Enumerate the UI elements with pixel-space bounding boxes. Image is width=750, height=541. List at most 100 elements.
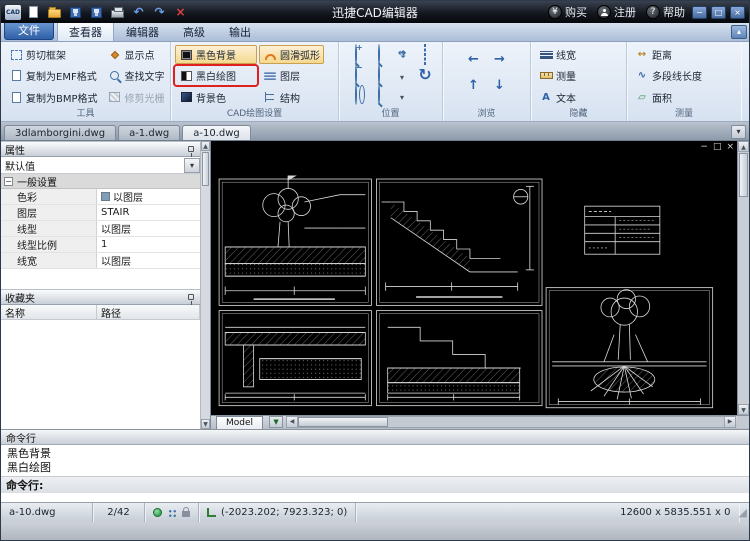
- redo-button[interactable]: ↷: [151, 4, 168, 21]
- zoom-previous-button[interactable]: [378, 83, 380, 105]
- lineweight-button[interactable]: 线宽: [535, 45, 580, 64]
- canvas-vscroll-thumb[interactable]: [739, 153, 748, 197]
- favorites-col-name[interactable]: 名称: [1, 305, 97, 320]
- window-minimize-button[interactable]: −: [692, 5, 707, 19]
- tab-advanced[interactable]: 高级: [171, 21, 217, 41]
- background-color-button[interactable]: 背景色: [175, 88, 257, 107]
- distance-button[interactable]: ↔ 距离: [631, 45, 706, 64]
- open-file-button[interactable]: [46, 4, 63, 21]
- bw-drawing-button[interactable]: 黑白绘图: [175, 66, 257, 85]
- doc-tab-a10[interactable]: a-10.dwg: [182, 125, 251, 140]
- canvas-horizontal-scrollbar[interactable]: ◀ ▶: [286, 416, 736, 428]
- clip-frame-button[interactable]: 剪切框架: [5, 45, 102, 64]
- window-maximize-button[interactable]: □: [711, 5, 726, 19]
- canvas-scroll-right-icon[interactable]: ▶: [724, 417, 735, 427]
- find-text-button[interactable]: 查找文字: [104, 66, 169, 85]
- copy-bmp-button[interactable]: 复制为BMP格式: [5, 88, 102, 107]
- copy-emf-button[interactable]: 复制为EMF格式: [5, 66, 102, 85]
- tab-overflow-button[interactable]: ▾: [731, 125, 746, 139]
- buy-button[interactable]: ¥ 购买: [545, 4, 590, 20]
- save-as-button[interactable]: [88, 4, 105, 21]
- smooth-arc-button[interactable]: 圆滑弧形: [259, 45, 324, 65]
- trim-raster-button[interactable]: 修剪光栅: [104, 88, 169, 107]
- property-row-color[interactable]: 色彩 以图层: [1, 189, 200, 205]
- model-tab[interactable]: Model: [216, 416, 264, 429]
- scrollbar-thumb[interactable]: [202, 152, 209, 186]
- canvas-scroll-left-icon[interactable]: ◀: [287, 417, 299, 427]
- hide-measure-button[interactable]: 测量: [535, 66, 580, 85]
- save-button[interactable]: [67, 4, 84, 21]
- scroll-down-icon[interactable]: ▼: [201, 419, 210, 429]
- property-row-layer[interactable]: 图层 STAIR: [1, 205, 200, 221]
- globe-view-button[interactable]: [355, 83, 357, 105]
- zoom-out-button[interactable]: −: [355, 63, 363, 85]
- show-points-button[interactable]: 显示点: [104, 45, 169, 64]
- scrollbar-corner: [737, 416, 749, 428]
- zoom-in-button[interactable]: +: [355, 43, 363, 65]
- status-dimensions: 12600 x 5835.551 x 0: [612, 503, 738, 522]
- polyline-length-button[interactable]: ∿ 多段线长度: [631, 66, 706, 85]
- pan-options-button[interactable]: ▾: [400, 85, 404, 104]
- help-button[interactable]: ? 帮助: [643, 4, 688, 20]
- tab-viewer[interactable]: 查看器: [57, 21, 114, 41]
- properties-selector[interactable]: 默认值 ▾: [1, 157, 200, 174]
- command-prompt-label: 命令行:: [1, 476, 749, 493]
- property-row-linetype-scale[interactable]: 线型比例 1: [1, 237, 200, 253]
- black-background-button[interactable]: 黑色背景: [175, 45, 257, 65]
- drawing-frame-tree-planting: [545, 287, 714, 409]
- browse-up-button[interactable]: ↑: [468, 74, 479, 93]
- left-panel-scrollbar[interactable]: ▲ ▼: [200, 141, 210, 429]
- print-button[interactable]: [109, 4, 126, 21]
- structure-button[interactable]: 结构: [259, 88, 324, 107]
- hide-text-button[interactable]: A 文本: [535, 88, 580, 107]
- zoom-extents-button[interactable]: [378, 63, 380, 85]
- status-bar: a-10.dwg 2/42 (-2023.202; 7923.323; 0) 1…: [1, 502, 749, 522]
- help-label: 帮助: [663, 6, 685, 19]
- rotate-view-button[interactable]: ↻: [418, 65, 431, 84]
- tree-collapse-icon[interactable]: −: [4, 176, 13, 186]
- status-page-indicator: 2/42: [93, 503, 145, 522]
- new-file-button[interactable]: [25, 4, 42, 21]
- property-row-linetype[interactable]: 线型 以图层: [1, 221, 200, 237]
- pin-icon[interactable]: [188, 146, 194, 157]
- favorites-col-path[interactable]: 路径: [97, 305, 200, 320]
- zoom-options-button[interactable]: ▾: [400, 65, 404, 84]
- command-input[interactable]: [1, 493, 749, 502]
- layout-dropdown-icon[interactable]: ▼: [269, 416, 284, 428]
- browse-back-button[interactable]: ←: [468, 48, 479, 67]
- ribbon-group-hide: 线宽 测量 A 文本 隐藏: [531, 42, 627, 121]
- browse-forward-button[interactable]: →: [494, 48, 505, 67]
- snap-toggle-icon[interactable]: [153, 508, 162, 517]
- favorites-pin-icon[interactable]: [188, 294, 194, 305]
- canvas-hscroll-thumb[interactable]: [298, 417, 389, 427]
- lock-toggle-icon[interactable]: [182, 507, 190, 517]
- close-document-button[interactable]: ×: [172, 4, 189, 21]
- area-button[interactable]: ▱ 面积: [631, 88, 706, 107]
- file-menu-button[interactable]: 文件: [4, 20, 54, 40]
- doc-tab-3dlamborgini[interactable]: 3dlamborgini.dwg: [4, 125, 117, 140]
- ribbon-toggle-button[interactable]: ▴: [731, 25, 747, 39]
- undo-button[interactable]: ↶: [130, 4, 147, 21]
- drawing-canvas[interactable]: − □ × ▲ ▼ Model ▼ ◀ ▶: [211, 141, 749, 429]
- scroll-up-icon[interactable]: ▲: [201, 141, 210, 151]
- layers-button[interactable]: 图层: [259, 66, 324, 85]
- selector-dropdown-icon[interactable]: ▾: [184, 157, 200, 173]
- tab-output[interactable]: 输出: [217, 21, 263, 41]
- canvas-scroll-up-icon[interactable]: ▲: [738, 141, 749, 152]
- browse-down-button[interactable]: ↓: [494, 74, 505, 93]
- grid-toggle-icon[interactable]: [167, 507, 177, 518]
- register-button[interactable]: 注册: [594, 4, 639, 20]
- resize-grip-icon[interactable]: ◢: [739, 507, 749, 518]
- tab-editor[interactable]: 编辑器: [114, 21, 171, 41]
- zoom-window-button[interactable]: [378, 43, 380, 65]
- child-restore-icon[interactable]: □: [713, 143, 722, 152]
- select-window-button[interactable]: [424, 43, 426, 65]
- property-row-lineweight[interactable]: 线宽 以图层: [1, 253, 200, 269]
- window-close-button[interactable]: ×: [730, 5, 745, 19]
- doc-tab-a1[interactable]: a-1.dwg: [118, 125, 181, 140]
- child-minimize-icon[interactable]: −: [700, 143, 708, 152]
- general-settings-group[interactable]: − 一般设置: [1, 174, 200, 189]
- canvas-vertical-scrollbar[interactable]: ▲ ▼: [737, 141, 749, 415]
- child-close-icon[interactable]: ×: [726, 143, 734, 152]
- canvas-scroll-down-icon[interactable]: ▼: [738, 404, 749, 415]
